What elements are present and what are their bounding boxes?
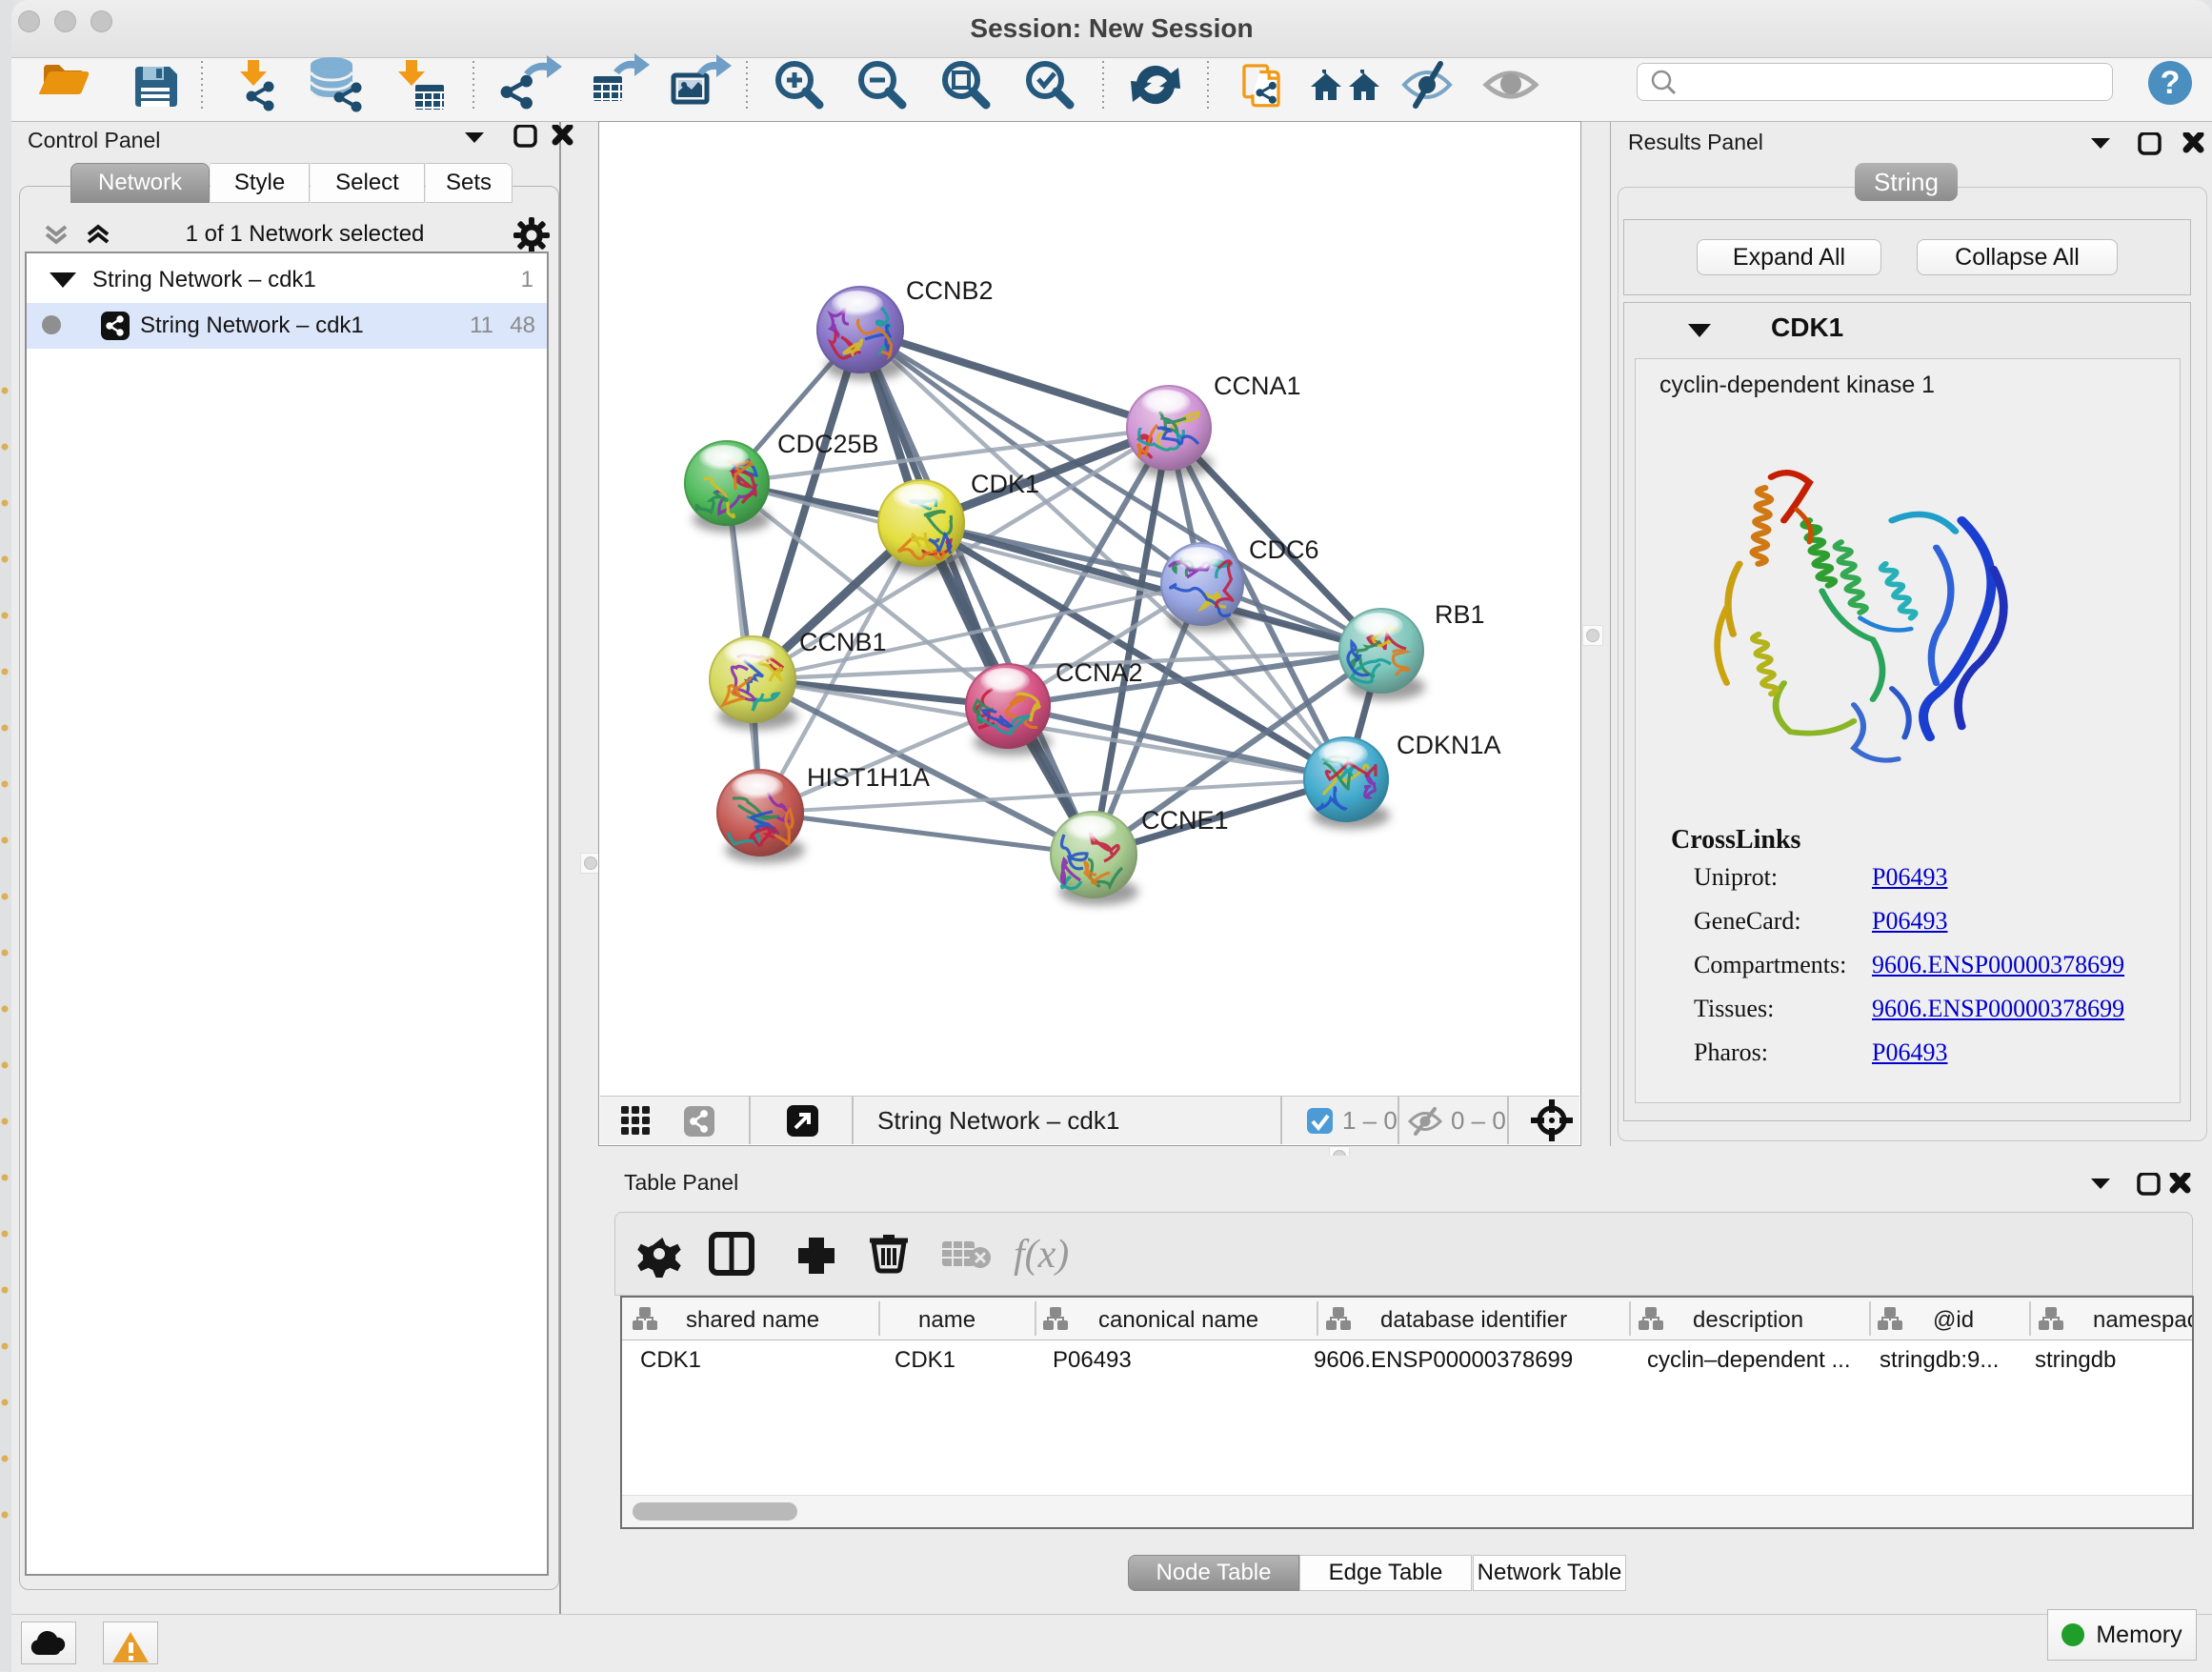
svg-text:CDC6: CDC6 [1249, 535, 1319, 564]
svg-text:@id: @id [1933, 1307, 1974, 1333]
svg-text:CDC25B: CDC25B [777, 430, 879, 458]
svg-text:name: name [918, 1307, 975, 1333]
svg-text:CCNA1: CCNA1 [1214, 372, 1301, 400]
svg-text:namespace: namespace [2093, 1307, 2192, 1333]
svg-text:0 – 0: 0 – 0 [1451, 1106, 1506, 1135]
svg-text:CCNE1: CCNE1 [1141, 806, 1229, 835]
svg-text:CDKN1A: CDKN1A [1397, 731, 1501, 759]
svg-text:String Network – cdk1: String Network – cdk1 [877, 1106, 1119, 1135]
svg-text:RB1: RB1 [1435, 600, 1485, 629]
svg-text:shared name: shared name [686, 1307, 819, 1333]
svg-text:CCNA2: CCNA2 [1056, 658, 1143, 687]
svg-text:database identifier: database identifier [1380, 1307, 1567, 1333]
svg-text:CDK1: CDK1 [971, 470, 1039, 498]
svg-text:canonical name: canonical name [1098, 1307, 1258, 1333]
svg-text:CCNB2: CCNB2 [906, 276, 994, 305]
svg-text:CCNB1: CCNB1 [799, 628, 887, 656]
svg-text:f(x): f(x) [1014, 1233, 1069, 1277]
svg-text:1 – 0: 1 – 0 [1342, 1106, 1398, 1135]
svg-text:description: description [1693, 1307, 1803, 1333]
svg-text:HIST1H1A: HIST1H1A [807, 763, 930, 792]
svg-text:?: ? [2161, 65, 2181, 101]
